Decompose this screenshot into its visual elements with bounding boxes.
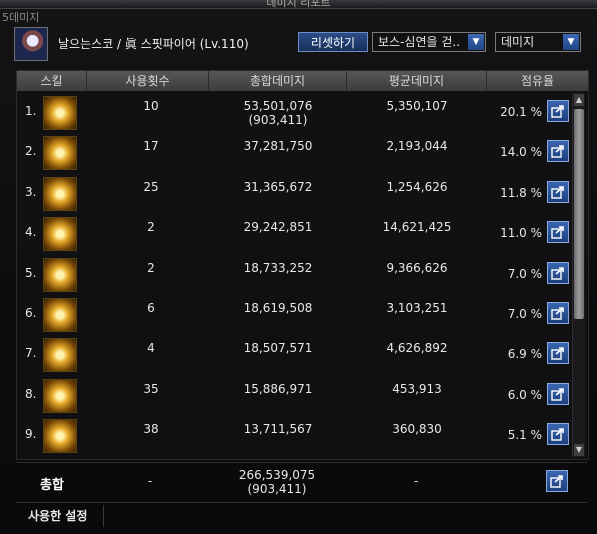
- table-row[interactable]: 7. 4 18,507,571 4,626,892 6.9 %: [17, 334, 571, 374]
- bottom-bar: 사용한 설정: [16, 502, 587, 529]
- window-title: 데미지 리포트: [266, 0, 331, 9]
- total-damage-value: 31,365,672: [243, 179, 313, 194]
- table-row[interactable]: 5. 2 18,733,252 9,366,626 7.0 %: [17, 254, 571, 294]
- skill-icon: [43, 257, 77, 292]
- total-damage-value: 15,886,971: [243, 381, 313, 396]
- total-damage-value: 53,501,076: [243, 99, 313, 113]
- summary-uses: -: [147, 474, 153, 488]
- row-number: 7.: [25, 346, 37, 361]
- share-button[interactable]: [547, 382, 569, 405]
- share-button[interactable]: [547, 100, 569, 122]
- boss-select[interactable]: 보스-심연을 걷.. ▼: [372, 32, 486, 52]
- share-icon: [551, 307, 564, 320]
- summary-total-value: 266,539,075: [238, 468, 316, 482]
- share-icon: [551, 266, 564, 280]
- row-number: 8.: [25, 386, 37, 401]
- scroll-thumb[interactable]: [574, 109, 584, 319]
- share-button[interactable]: [547, 221, 569, 244]
- skill-icon: [43, 136, 77, 171]
- total-damage-value: 18,733,252: [243, 260, 313, 275]
- total-damage: 13,711,567: [209, 422, 347, 462]
- row-number: 6.: [25, 306, 37, 320]
- metric-select-value: 데미지: [501, 35, 535, 49]
- damage-report-window: 데미지 리포트 5데미지 날으는스코 / 眞 스핏파이어 (Lv.110) 리셋…: [0, 0, 597, 534]
- table-row[interactable]: 4. 2 29,242,851 14,621,425 11.0 %: [17, 213, 571, 253]
- total-damage-sub: (903,411): [248, 113, 308, 127]
- row-number: 4.: [25, 225, 37, 240]
- tab-used-settings[interactable]: 사용한 설정: [20, 505, 104, 527]
- scroll-down-icon[interactable]: ▼: [574, 444, 584, 456]
- table-row[interactable]: 2. 17 37,281,750 2,193,044 14.0 %: [17, 132, 571, 172]
- report-header: 날으는스코 / 眞 스핏파이어 (Lv.110) 리셋하기 보스-심연을 걷..…: [12, 24, 587, 64]
- total-damage-value: 13,711,567: [243, 422, 313, 437]
- row-number: 2.: [25, 144, 37, 159]
- skill-icon: [43, 298, 77, 332]
- skill-icon: [43, 96, 77, 130]
- boss-select-value: 보스-심연을 걷..: [378, 35, 461, 49]
- column-header-skill[interactable]: 스킬: [17, 71, 87, 91]
- share-button[interactable]: [547, 261, 569, 284]
- summary-total: 266,539,075 (903,411): [208, 468, 346, 496]
- chevron-down-icon[interactable]: ▼: [563, 34, 579, 50]
- total-damage-value: 37,281,750: [243, 139, 313, 154]
- table-row[interactable]: 3. 25 31,365,672 1,254,626 11.8 %: [17, 173, 571, 213]
- share-button[interactable]: [547, 423, 569, 446]
- row-number: 9.: [25, 427, 37, 442]
- average-damage: 360,830: [392, 422, 442, 437]
- skill-icon: [43, 378, 77, 413]
- share-button[interactable]: [547, 302, 569, 324]
- metric-select[interactable]: 데미지 ▼: [495, 32, 581, 52]
- total-damage-value: 29,242,851: [243, 220, 313, 235]
- column-header-total-damage[interactable]: 총합데미지: [209, 71, 347, 91]
- table-row[interactable]: 8. 35 15,886,971 453,913 6.0 %: [17, 375, 571, 415]
- column-header-share[interactable]: 점유율: [487, 71, 588, 91]
- reset-button[interactable]: 리셋하기: [298, 32, 368, 52]
- table-scrollbar[interactable]: ▲ ▼: [572, 93, 585, 457]
- table-row[interactable]: 1. 10 53,501,076 (903,411) 5,350,107 20.1 %: [17, 92, 571, 132]
- summary-total-sub: (903,411): [247, 482, 307, 496]
- share-icon: [551, 387, 564, 401]
- share-icon: [551, 226, 564, 239]
- table-row[interactable]: 9. 38 13,711,567 360,830 5.1 %: [17, 415, 571, 455]
- column-header-average-damage[interactable]: 평균데미지: [347, 71, 487, 91]
- summary-label: 총합: [40, 478, 64, 493]
- skill-icon: [43, 176, 77, 211]
- skill-icon: [43, 419, 77, 454]
- share-icon: [551, 185, 564, 199]
- table-row[interactable]: 6. 6 18,619,508 3,103,251 7.0 %: [17, 294, 571, 334]
- character-name: 날으는스코 / 眞 스핏파이어 (Lv.110): [58, 37, 249, 51]
- skill-icon: [43, 217, 77, 252]
- skill-damage-table: 스킬 사용횟수 총합데미지 평균데미지 점유율 1. 10 53,501,076 (9…: [16, 70, 589, 460]
- share-icon: [551, 347, 564, 361]
- side-label: 5데미지: [2, 11, 40, 24]
- share-icon: [550, 475, 563, 488]
- share-icon: [551, 428, 564, 441]
- scroll-up-icon[interactable]: ▲: [574, 94, 584, 106]
- character-avatar: [14, 27, 48, 61]
- summary-average: -: [413, 474, 419, 488]
- title-bar[interactable]: 데미지 리포트: [0, 0, 597, 9]
- share-icon: [551, 145, 564, 159]
- total-damage-value: 18,507,571: [243, 341, 313, 356]
- share-icon: [551, 105, 564, 118]
- table-header: 스킬 사용횟수 총합데미지 평균데미지 점유율: [17, 71, 588, 91]
- chevron-down-icon[interactable]: ▼: [468, 34, 484, 50]
- column-header-uses[interactable]: 사용횟수: [87, 71, 209, 91]
- skill-icon: [43, 338, 77, 373]
- row-number: 3.: [25, 184, 37, 199]
- row-number: 5.: [25, 265, 37, 280]
- total-damage-value: 18,619,508: [243, 301, 313, 315]
- share-button[interactable]: [547, 342, 569, 365]
- share-button[interactable]: [546, 470, 568, 492]
- row-number: 1.: [25, 104, 37, 118]
- share-button[interactable]: [547, 140, 569, 163]
- uses-count: 38: [143, 422, 159, 437]
- summary-row: 총합 - 266,539,075 (903,411) -: [16, 462, 587, 499]
- share-button[interactable]: [547, 180, 569, 203]
